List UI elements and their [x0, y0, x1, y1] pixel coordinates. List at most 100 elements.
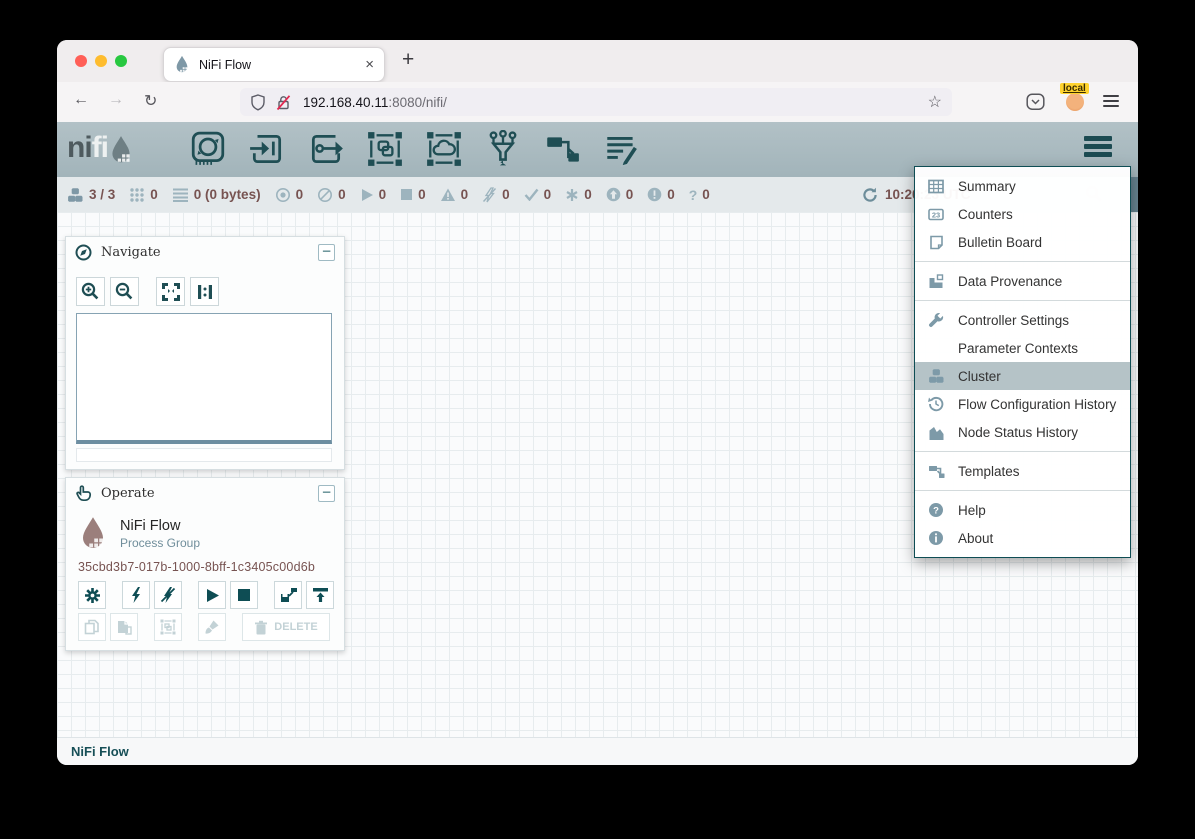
breadcrumb[interactable]: NiFi Flow [71, 744, 129, 759]
birdseye-resize-strip[interactable] [76, 448, 332, 462]
start-button[interactable] [198, 581, 226, 609]
operate-title: Operate [101, 486, 155, 501]
sync-failure-icon: ? [689, 187, 698, 203]
menu-item-label: About [958, 531, 993, 546]
status-locally-modified-stale: 0 [647, 187, 675, 202]
bookmark-star-icon[interactable]: ☆ [928, 92, 942, 112]
browser-tab[interactable]: NiFi Flow × [163, 47, 385, 82]
profile-avatar[interactable] [1066, 93, 1084, 111]
menu-item-controller-settings[interactable]: Controller Settings [915, 306, 1130, 334]
shield-icon[interactable] [250, 94, 266, 111]
save-template-button[interactable] [274, 581, 302, 609]
menu-item-parameter-contexts[interactable]: Parameter Contexts [915, 334, 1130, 362]
insecure-lock-icon[interactable] [275, 94, 292, 111]
menu-item-node-status-history[interactable]: Node Status History [915, 418, 1130, 446]
stop-button[interactable] [230, 581, 258, 609]
browser-window: NiFi Flow × + ← → ↻ 192.168.40.11:8080/n… [57, 40, 1138, 765]
up-to-date-icon [524, 188, 539, 201]
trash-icon [254, 620, 268, 635]
reload-button[interactable]: ↻ [144, 91, 157, 111]
nifi-drop-icon [108, 135, 134, 165]
url-path: :8080/nifi/ [388, 95, 447, 110]
zoom-fit-button[interactable] [156, 277, 185, 306]
paste-button[interactable] [110, 613, 138, 641]
refresh-icon[interactable] [862, 187, 878, 203]
group-button[interactable] [154, 613, 182, 641]
menu-item-summary[interactable]: Summary [915, 172, 1130, 200]
menu-item-templates[interactable]: Templates [915, 457, 1130, 485]
upload-template-button[interactable] [306, 581, 334, 609]
breadcrumb-bar: NiFi Flow [57, 737, 1138, 765]
menu-item-counters[interactable]: 23Counters [915, 200, 1130, 228]
status-stale-count: 0 [626, 187, 634, 202]
copy-button[interactable] [78, 613, 106, 641]
stopped-icon [400, 188, 413, 201]
bolt-icon [129, 587, 143, 603]
output-port-button[interactable] [307, 130, 345, 168]
birdseye-view[interactable] [76, 313, 332, 444]
enable-button[interactable] [122, 581, 150, 609]
wrench-icon [927, 312, 945, 328]
process-group-button[interactable] [366, 130, 404, 168]
status-active-threads-count: 0 [150, 187, 158, 202]
menu-item-help[interactable]: ?Help [915, 496, 1130, 524]
collapse-navigate-button[interactable]: − [318, 244, 335, 261]
component-toolbar [189, 130, 640, 168]
remote-process-group-button[interactable] [425, 130, 463, 168]
close-window-button[interactable] [75, 55, 87, 67]
new-tab-button[interactable]: + [402, 48, 414, 72]
browser-titlebar: NiFi Flow × + [57, 40, 1138, 82]
url-host: 192.168.40.11 [303, 95, 388, 110]
zoom-out-button[interactable] [110, 277, 139, 306]
operate-header[interactable]: Operate − [66, 478, 344, 508]
zoom-actual-button[interactable] [190, 277, 219, 306]
one-to-one-icon [196, 283, 214, 301]
funnel-button[interactable] [484, 130, 522, 168]
group-icon [160, 619, 176, 635]
fill-color-button[interactable] [198, 613, 226, 641]
paste-icon [116, 619, 132, 635]
browser-menu-icon[interactable] [1103, 95, 1119, 110]
collapse-operate-button[interactable]: − [318, 485, 335, 502]
url-bar[interactable]: 192.168.40.11:8080/nifi/ ☆ [240, 88, 952, 116]
logo-ni: ni [67, 131, 92, 165]
input-port-button[interactable] [248, 130, 286, 168]
cluster-icon [67, 187, 84, 203]
menu-item-label: Bulletin Board [958, 235, 1042, 250]
selected-component: NiFi Flow Process Group [78, 516, 200, 551]
menu-item-cluster[interactable]: Cluster [915, 362, 1130, 390]
cluster-menu-icon [927, 368, 945, 384]
navigate-palette: Navigate − [65, 236, 345, 470]
delete-label: DELETE [274, 621, 317, 633]
disable-button[interactable] [154, 581, 182, 609]
status-sync-failure-count: 0 [702, 187, 710, 202]
zoom-fit-icon [162, 283, 180, 301]
menu-item-flow-configuration-history[interactable]: Flow Configuration History [915, 390, 1130, 418]
disabled-icon [482, 187, 497, 203]
back-button[interactable]: ← [73, 91, 89, 109]
delete-button[interactable]: DELETE [242, 613, 330, 641]
zoom-window-button[interactable] [115, 55, 127, 67]
status-disabled-count: 0 [502, 187, 510, 202]
template-button[interactable] [543, 130, 581, 168]
data-provenance-icon [927, 274, 945, 289]
zoom-in-icon [81, 282, 100, 301]
forward-button[interactable]: → [108, 91, 124, 109]
menu-item-label: Controller Settings [958, 313, 1069, 328]
menu-item-about[interactable]: About [915, 524, 1130, 552]
pocket-icon[interactable] [1026, 93, 1045, 111]
menu-item-label: Summary [958, 179, 1016, 194]
tab-close-icon[interactable]: × [365, 56, 374, 73]
navigate-header[interactable]: Navigate − [66, 237, 344, 267]
label-button[interactable] [602, 130, 640, 168]
output-port-icon [307, 130, 345, 168]
global-menu-button[interactable] [1084, 136, 1112, 160]
menu-item-data-provenance[interactable]: Data Provenance [915, 267, 1130, 295]
stale-icon [606, 187, 621, 202]
configuration-button[interactable] [78, 581, 106, 609]
menu-item-bulletin-board[interactable]: Bulletin Board [915, 228, 1130, 256]
processor-button[interactable] [189, 130, 227, 168]
minimize-window-button[interactable] [95, 55, 107, 67]
zoom-in-button[interactable] [76, 277, 105, 306]
status-connected-nodes-count: 3 / 3 [89, 187, 115, 202]
